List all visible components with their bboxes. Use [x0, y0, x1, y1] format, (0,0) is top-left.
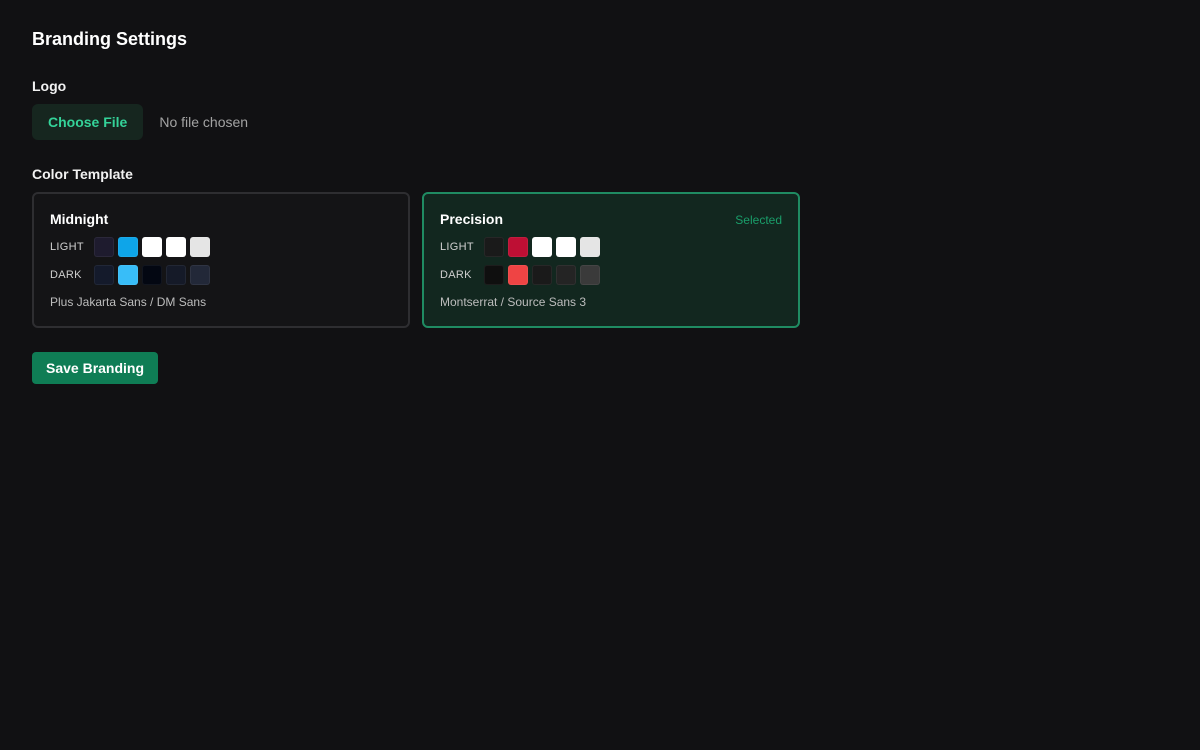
light-swatch-row: LIGHT	[50, 237, 392, 257]
color-swatch	[508, 237, 528, 257]
color-swatch	[166, 237, 186, 257]
logo-file-input: Choose File No file chosen	[32, 104, 1168, 140]
logo-label: Logo	[32, 78, 67, 94]
light-swatches	[484, 237, 600, 257]
light-swatch-row: LIGHT	[440, 237, 782, 257]
color-swatch	[484, 265, 504, 285]
light-mode-label: LIGHT	[50, 241, 84, 253]
template-name: Midnight	[50, 211, 109, 227]
page-title: Branding Settings	[32, 29, 188, 49]
dark-swatch-row: DARK	[440, 265, 782, 285]
color-swatch	[508, 265, 528, 285]
color-swatch	[142, 265, 162, 285]
dark-swatch-row: DARK	[50, 265, 392, 285]
color-swatch	[556, 265, 576, 285]
font-pair: Plus Jakarta Sans / DM Sans	[50, 295, 207, 309]
color-swatch	[166, 265, 186, 285]
color-swatch	[118, 265, 138, 285]
dark-mode-label: DARK	[440, 269, 472, 281]
file-status: No file chosen	[159, 114, 249, 130]
color-swatch	[556, 237, 576, 257]
color-swatch	[580, 265, 600, 285]
color-swatch	[532, 237, 552, 257]
light-mode-label: LIGHT	[440, 241, 474, 253]
choose-file-button[interactable]: Choose File	[32, 104, 144, 140]
save-branding-button[interactable]: Save Branding	[32, 352, 159, 384]
color-swatch	[190, 265, 210, 285]
template-card-midnight[interactable]: Midnight LIGHT DARK Plus Jakarta Sans / …	[32, 192, 410, 328]
template-cards: Midnight LIGHT DARK Plus Jakarta Sans / …	[32, 192, 1168, 328]
color-template-label: Color Template	[32, 166, 133, 182]
color-swatch	[118, 237, 138, 257]
template-card-precision[interactable]: Precision Selected LIGHT DARK Montserrat…	[422, 192, 800, 328]
color-swatch	[532, 265, 552, 285]
template-name: Precision	[440, 211, 504, 227]
color-swatch	[94, 265, 114, 285]
color-swatch	[142, 237, 162, 257]
dark-swatches	[94, 265, 210, 285]
color-swatch	[484, 237, 504, 257]
color-swatch	[94, 237, 114, 257]
font-pair: Montserrat / Source Sans 3	[440, 295, 587, 309]
light-swatches	[94, 237, 210, 257]
branding-settings-page: Branding Settings Logo Choose File No fi…	[0, 0, 1200, 750]
color-swatch	[580, 237, 600, 257]
color-swatch	[190, 237, 210, 257]
dark-swatches	[484, 265, 600, 285]
dark-mode-label: DARK	[50, 269, 82, 281]
selected-badge: Selected	[735, 213, 782, 227]
